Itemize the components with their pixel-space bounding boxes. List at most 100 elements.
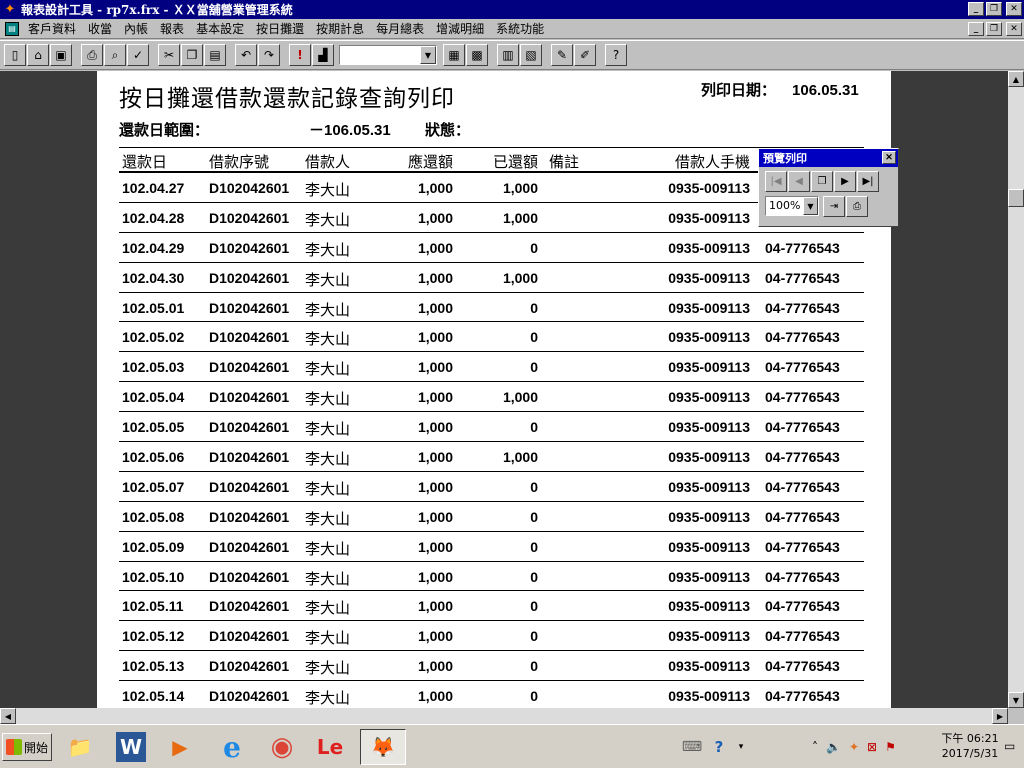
cell-borrower: 李大山 <box>305 629 351 648</box>
title-bar: ✦ 報表設計工具 - rp7x.frx - ＸＸ當舖營業管理系統 _ ❐ ✕ <box>0 0 1024 19</box>
cell-mobile: 0935-009113 <box>668 628 750 645</box>
menu-pawn-intake[interactable]: 收當 <box>82 20 118 37</box>
word-icon[interactable]: W <box>116 732 146 762</box>
table-icon[interactable]: ▦ <box>443 44 465 66</box>
chart-icon[interactable]: ▟ <box>312 44 334 66</box>
language-options-icon[interactable]: ▾ <box>734 729 748 765</box>
internet-explorer-icon[interactable]: e <box>214 729 250 765</box>
notification-icon[interactable]: ▭ <box>1004 739 1015 753</box>
print-icon[interactable]: ⎙ <box>81 44 103 66</box>
scroll-right-icon[interactable]: ▶ <box>992 708 1008 724</box>
menu-system-functions[interactable]: 系統功能 <box>490 20 550 37</box>
open-icon[interactable]: ⌂ <box>27 44 49 66</box>
scrollbar-corner <box>1008 708 1024 724</box>
close-preview-icon[interactable]: ⇥ <box>823 196 845 217</box>
print-preview-toolbar: 預覽列印 ✕ |◀ ◀ ❐ ▶ ▶| 100% ▼ ⇥ ⎙ <box>758 148 899 227</box>
file-explorer-icon[interactable]: 📁 <box>62 729 98 765</box>
go-to-page-icon[interactable]: ❐ <box>811 171 833 192</box>
menu-internal-accounts[interactable]: 內帳 <box>118 20 154 37</box>
app-tray-icon[interactable]: ✦ <box>849 740 859 754</box>
chrome-icon[interactable]: ◉ <box>264 729 300 765</box>
network-icon[interactable]: ⊠ <box>867 740 877 754</box>
menu-change-details[interactable]: 增減明細 <box>430 20 490 37</box>
cell-borrower: 李大山 <box>305 360 351 379</box>
cell-date: 102.04.28 <box>122 209 185 226</box>
minimize-button[interactable]: _ <box>968 2 984 16</box>
document-close-button[interactable]: ✕ <box>1006 22 1022 36</box>
help-icon[interactable]: ? <box>605 44 627 66</box>
print-preview-close-button[interactable]: ✕ <box>882 151 896 164</box>
copy-icon[interactable]: ❐ <box>181 44 203 66</box>
paste-icon[interactable]: ▤ <box>204 44 226 66</box>
keyboard-icon[interactable]: ⌨ <box>682 729 702 765</box>
start-button[interactable]: 開始 <box>2 733 52 761</box>
cell-loan-no: D102042601 <box>209 329 290 346</box>
vertical-scrollbar[interactable]: ▲ ▼ <box>1008 71 1024 708</box>
clock[interactable]: 下午 06:21 2017/5/31 <box>940 731 1000 761</box>
document-window-icon[interactable]: ▤ <box>5 21 19 36</box>
scroll-up-icon[interactable]: ▲ <box>1008 71 1024 87</box>
menu-customer-data[interactable]: 客戶資料 <box>22 20 82 37</box>
document-restore-button[interactable]: ❐ <box>986 22 1002 36</box>
cell-mobile: 0935-009113 <box>668 688 750 705</box>
query-icon[interactable]: ▧ <box>520 44 542 66</box>
header-mobile: 借款人手機 <box>674 153 750 171</box>
close-button[interactable]: ✕ <box>1006 2 1022 16</box>
chevron-down-icon[interactable]: ▼ <box>420 46 436 64</box>
vertical-scroll-thumb[interactable] <box>1008 189 1024 207</box>
cut-icon[interactable]: ✂ <box>158 44 180 66</box>
cell-mobile: 0935-009113 <box>668 239 750 256</box>
horizontal-scrollbar[interactable]: ◀ ▶ <box>0 708 1008 724</box>
fox-app-icon[interactable]: 🦊 <box>360 729 406 765</box>
chevron-down-icon[interactable]: ▼ <box>803 197 818 215</box>
print-icon[interactable]: ⎙ <box>846 196 868 217</box>
print-date-value: 106.05.31 <box>792 82 859 99</box>
menu-daily-installment[interactable]: 按日攤還 <box>250 20 310 37</box>
action-center-icon[interactable]: ⚑ <box>885 740 896 754</box>
new-icon[interactable]: ▯ <box>4 44 26 66</box>
le-icon[interactable]: Le <box>312 729 348 765</box>
undo-icon[interactable]: ↶ <box>235 44 257 66</box>
cell-loan-no: D102042601 <box>209 449 290 466</box>
repayment-table: 還款日 借款序號 借款人 應還額 已還額 備註 借款人手機 102.04.27 D… <box>119 147 864 708</box>
speaker-icon[interactable]: 🔈 <box>826 740 841 754</box>
print-preview-icon[interactable]: ⌕ <box>104 44 126 66</box>
edit-icon[interactable]: ✎ <box>551 44 573 66</box>
save-icon[interactable]: ▣ <box>50 44 72 66</box>
report-icon[interactable]: ▥ <box>497 44 519 66</box>
media-player-icon[interactable]: ▶ <box>162 729 198 765</box>
cell-borrower: 李大山 <box>305 390 351 409</box>
restore-button[interactable]: ❐ <box>986 2 1002 16</box>
first-page-icon[interactable]: |◀ <box>765 171 787 192</box>
menu-basic-settings[interactable]: 基本設定 <box>190 20 250 37</box>
show-hidden-icons-icon[interactable]: ˄ <box>812 740 818 754</box>
cell-date: 102.05.10 <box>122 568 185 585</box>
help-icon[interactable]: ? <box>708 729 730 765</box>
wizard-icon[interactable]: ✐ <box>574 44 596 66</box>
zoom-and-print: 100% ▼ ⇥ ⎙ <box>759 192 898 217</box>
scroll-down-icon[interactable]: ▼ <box>1008 692 1024 708</box>
table-row: 102.05.14 D102042601 李大山 1,000 0 0935-009113 0… <box>119 681 864 708</box>
menu-monthly-summary[interactable]: 每月總表 <box>370 20 430 37</box>
spellcheck-icon[interactable]: ✓ <box>127 44 149 66</box>
cell-due: 1,000 <box>417 508 453 525</box>
last-page-icon[interactable]: ▶| <box>857 171 879 192</box>
exclamation-icon[interactable]: ! <box>289 44 311 66</box>
document-minimize-button[interactable]: _ <box>968 22 984 36</box>
zoom-select[interactable]: 100% ▼ <box>765 196 819 216</box>
menu-periodic-interest[interactable]: 按期計息 <box>310 20 370 37</box>
cell-borrower: 李大山 <box>305 659 351 678</box>
object-combo[interactable]: ▼ <box>339 45 437 65</box>
table-row: 102.05.07 D102042601 李大山 1,000 0 0935-009113 0… <box>119 472 864 502</box>
cell-mobile: 0935-009113 <box>668 299 750 316</box>
next-page-icon[interactable]: ▶ <box>834 171 856 192</box>
previous-page-icon[interactable]: ◀ <box>788 171 810 192</box>
table-row: 102.04.27 D102042601 李大山 1,000 1,000 0935-009… <box>119 173 864 203</box>
cell-mobile: 0935-009113 <box>668 658 750 675</box>
menu-reports[interactable]: 報表 <box>154 20 190 37</box>
form-icon[interactable]: ▩ <box>466 44 488 66</box>
print-date: 列印日期： 106.05.31 <box>701 79 859 100</box>
taskbar: 開始 📁 W ▶ e ◉ Le 🦊 ⌨ ? ▾ ˄ 🔈 ✦ ⊠ ⚑ 下午 06:… <box>0 724 1024 768</box>
redo-icon[interactable]: ↷ <box>258 44 280 66</box>
scroll-left-icon[interactable]: ◀ <box>0 708 16 724</box>
